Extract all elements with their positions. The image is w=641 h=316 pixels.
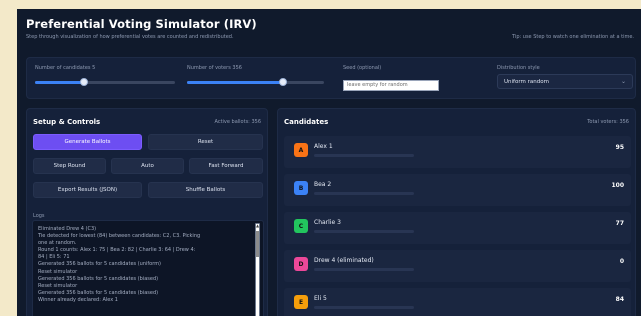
setup-panel: Setup & Controls Active ballots: 356 Gen… — [26, 108, 268, 316]
header: Preferential Voting Simulator (IRV) Step… — [17, 9, 641, 47]
distribution-select[interactable]: Uniform random ⌄ — [497, 74, 633, 89]
candidate-votes: 100 — [611, 182, 624, 189]
candidate-name: Bea 2 — [314, 181, 332, 188]
scrollbar-thumb[interactable] — [256, 231, 259, 257]
log-line: one at random. — [38, 240, 77, 247]
slider-fill — [187, 81, 283, 84]
tip-text: Tip: use Step to watch one elimination a… — [512, 34, 634, 40]
log-line: Tie detected for lowest (84) between can… — [38, 233, 201, 240]
logs-label: Logs — [33, 213, 45, 219]
step-round-button[interactable]: Step Round — [33, 158, 106, 174]
config-panel: Number of candidates 5 Number of voters … — [26, 57, 636, 99]
seed-label: Seed (optional) — [343, 65, 382, 71]
candidate-badge: E — [294, 295, 308, 309]
candidate-badge: C — [294, 219, 308, 233]
candidate-progress-bar — [314, 268, 414, 271]
candidate-badge: A — [294, 143, 308, 157]
candidate-progress-bar — [314, 230, 414, 233]
log-list: Eliminated Drew 4 (C3) Tie detected for … — [38, 226, 249, 304]
slider-fill — [35, 81, 84, 84]
candidate-progress-bar — [314, 306, 414, 309]
voters-control: Number of voters 356 — [187, 65, 324, 87]
seed-input[interactable] — [343, 79, 439, 91]
chevron-down-icon: ⌄ — [620, 78, 626, 85]
generate-ballots-button[interactable]: Generate Ballots — [33, 134, 142, 150]
candidates-control: Number of candidates 5 — [35, 65, 175, 87]
reset-button[interactable]: Reset — [148, 134, 263, 150]
active-ballots: Active ballots: 356 — [214, 119, 261, 125]
export-results-button[interactable]: Export Results (JSON) — [33, 182, 142, 198]
log-line: Generated 356 ballots for 5 candidates (… — [38, 289, 159, 296]
shuffle-ballots-button[interactable]: Shuffle Ballots — [148, 182, 263, 198]
log-line: Winner already declared: Alex 1 — [38, 296, 118, 303]
logs-box[interactable]: Eliminated Drew 4 (C3) Tie detected for … — [32, 220, 264, 316]
candidate-row: A Alex 1 95 — [284, 136, 631, 168]
candidate-votes: 95 — [615, 144, 624, 151]
total-voters: Total voters: 356 — [587, 119, 629, 125]
log-line: 84 | Eli 5: 71 — [38, 254, 70, 261]
app-title: Preferential Voting Simulator (IRV) — [26, 17, 257, 31]
fast-forward-button[interactable]: Fast Forward — [189, 158, 263, 174]
candidate-name: Eli 5 — [314, 295, 327, 302]
candidate-votes: 0 — [619, 258, 624, 265]
candidate-progress-bar — [314, 192, 414, 195]
candidate-progress-bar — [314, 154, 414, 157]
setup-title: Setup & Controls — [33, 118, 101, 126]
scroll-up-icon[interactable]: ▲ — [256, 224, 259, 228]
candidates-slider[interactable] — [35, 77, 175, 87]
candidates-label: Number of candidates 5 — [35, 65, 96, 71]
candidate-votes: 84 — [615, 296, 624, 303]
candidate-name: Charlie 3 — [314, 219, 341, 226]
distribution-control: Distribution style Uniform random ⌄ — [497, 65, 633, 89]
log-line: Round 1 counts: Alex 1: 75 | Bea 2: 82 |… — [38, 247, 196, 254]
candidate-badge: B — [294, 181, 308, 195]
candidate-name: Drew 4 (eliminated) — [314, 257, 374, 264]
candidates-panel: Candidates Total voters: 356 A Alex 1 95… — [277, 108, 636, 316]
voters-label: Number of voters 356 — [187, 65, 242, 71]
distribution-value: Uniform random — [504, 79, 549, 85]
candidate-badge: D — [294, 257, 308, 271]
log-line: Generated 356 ballots for 5 candidates (… — [38, 275, 159, 282]
app-window: Preferential Voting Simulator (IRV) Step… — [17, 9, 641, 316]
slider-thumb[interactable] — [278, 78, 287, 86]
auto-button[interactable]: Auto — [111, 158, 184, 174]
candidates-title: Candidates — [284, 118, 329, 126]
candidate-votes: 77 — [615, 220, 624, 227]
candidate-name: Alex 1 — [314, 143, 333, 150]
slider-thumb[interactable] — [80, 78, 88, 86]
log-line: Generated 356 ballots for 5 candidates (… — [38, 261, 162, 268]
candidate-row: E Eli 5 84 — [284, 288, 631, 316]
candidate-row: B Bea 2 100 — [284, 174, 631, 206]
logs-scrollbar[interactable]: ▲ — [255, 223, 260, 316]
seed-control: Seed (optional) — [343, 65, 439, 91]
log-line: Eliminated Drew 4 (C3) — [38, 226, 97, 232]
candidate-row: D Drew 4 (eliminated) 0 — [284, 250, 631, 282]
voters-slider[interactable] — [187, 77, 324, 87]
log-line: Reset simulator — [38, 282, 78, 289]
candidate-row: C Charlie 3 77 — [284, 212, 631, 244]
distribution-label: Distribution style — [497, 65, 540, 71]
log-line: Reset simulator — [38, 268, 78, 275]
